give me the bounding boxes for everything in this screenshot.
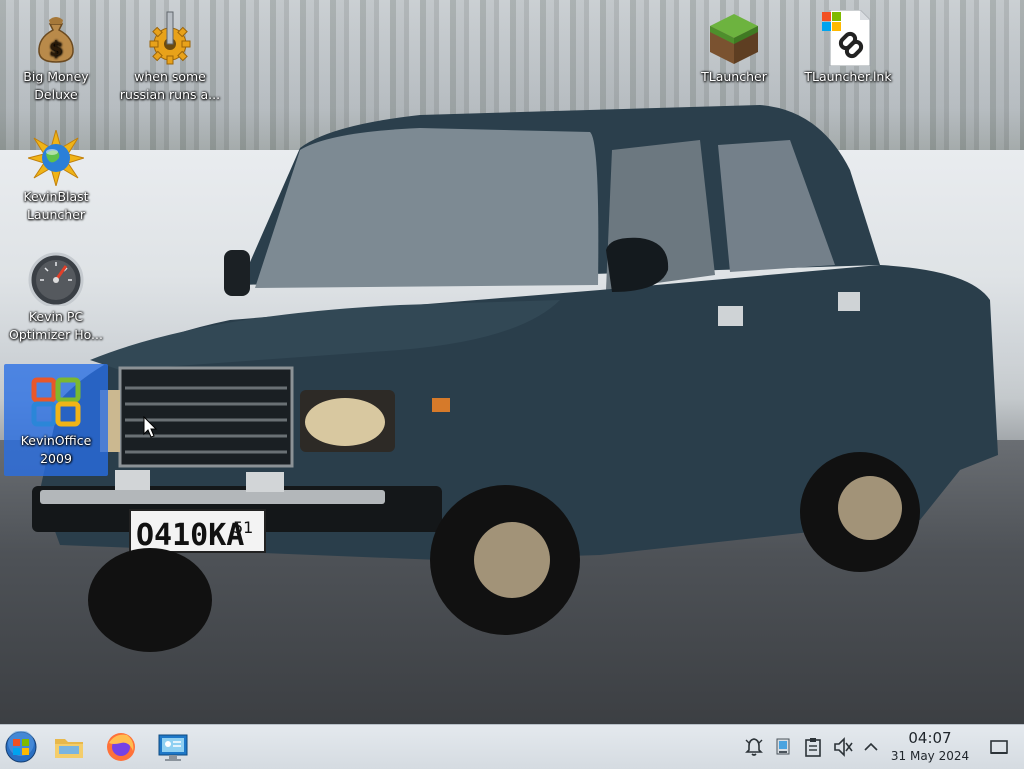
svg-text:$: $ xyxy=(49,36,63,60)
desktop-icon-label: KevinBlast Launcher xyxy=(23,189,89,222)
desktop-icon-kevinoffice-2009[interactable]: KevinOffice 2009 xyxy=(4,364,108,476)
desktop-icon-label: when some russian runs a... xyxy=(119,69,221,102)
plate-number: О410КА xyxy=(136,518,244,553)
desktop-wallpaper[interactable]: О410КА 51 xyxy=(0,0,1024,724)
shortcut-link-icon xyxy=(820,9,876,67)
show-desktop-icon[interactable] xyxy=(988,736,1010,758)
mouse-cursor-icon xyxy=(143,416,158,438)
clock-time: 04:07 xyxy=(908,729,952,747)
desktop-icon-kevin-pc-optimizer[interactable]: Kevin PC Optimizer Ho... xyxy=(4,242,108,344)
desktop-icon-label: Big Money Deluxe xyxy=(23,69,89,102)
desktop-icon-label: TLauncher xyxy=(701,69,767,84)
desktop-icon-kevinblast-launcher[interactable]: KevinBlast Launcher xyxy=(4,122,108,224)
volume-muted-icon[interactable] xyxy=(832,736,854,758)
desktop-icon-label: KevinOffice 2009 xyxy=(20,433,92,466)
desktop-icon-label: TLauncher.lnk xyxy=(804,69,892,84)
taskbar: 04:07 31 May 2024 xyxy=(0,724,1024,769)
desktop-icon-tlauncher[interactable]: TLauncher xyxy=(682,2,786,86)
file-manager-folder-icon[interactable] xyxy=(53,731,85,763)
taskbar-clock[interactable]: 04:07 31 May 2024 xyxy=(880,729,980,764)
grass-block-icon xyxy=(706,10,762,66)
plate-region: 51 xyxy=(233,518,253,537)
clock-date: 31 May 2024 xyxy=(890,749,970,763)
remote-desktop-icon[interactable] xyxy=(157,731,189,763)
start-orb-icon[interactable] xyxy=(5,730,37,763)
network-icon[interactable] xyxy=(772,736,794,758)
speedometer-icon xyxy=(28,250,84,308)
desktop-icon-big-money-deluxe[interactable]: $ Big Money Deluxe xyxy=(4,2,108,104)
notifications-icon[interactable] xyxy=(743,736,765,758)
desktop-icon-russian-runs[interactable]: when some russian runs a... xyxy=(118,2,222,104)
firefox-icon[interactable] xyxy=(105,731,137,763)
gear-icon xyxy=(142,10,198,66)
wallpaper-car: О410КА 51 xyxy=(32,105,998,652)
office-logo-icon xyxy=(28,374,84,430)
clipboard-icon[interactable] xyxy=(802,736,824,758)
desktop-icon-label: Kevin PC Optimizer Ho... xyxy=(9,309,103,342)
starburst-globe-icon xyxy=(26,128,86,188)
money-bag-icon: $ xyxy=(28,10,84,66)
tray-expand-icon[interactable] xyxy=(860,736,882,758)
desktop-icon-tlauncher-lnk[interactable]: TLauncher.lnk xyxy=(796,2,900,86)
